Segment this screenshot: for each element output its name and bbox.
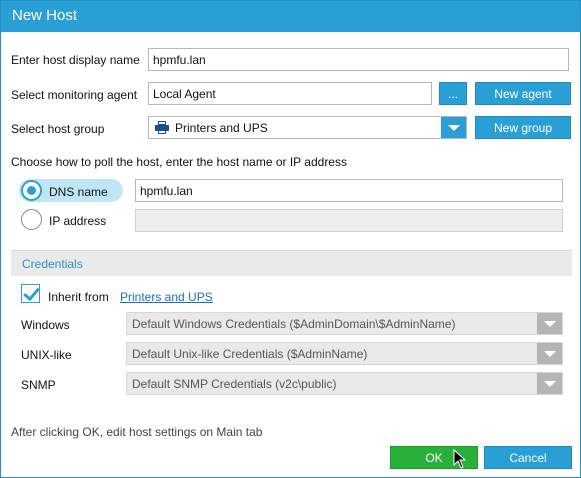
chevron-down-icon[interactable]	[441, 117, 466, 138]
host-group-label: Select host group	[11, 122, 105, 136]
printer-icon	[155, 121, 169, 134]
dialog-title: New Host	[12, 7, 78, 24]
poll-hint: Choose how to poll the host, enter the h…	[11, 155, 347, 169]
dns-name-label: DNS name	[49, 185, 108, 199]
snmp-cred-select[interactable]: Default SNMP Credentials (v2c\public)	[126, 372, 563, 395]
new-host-dialog: New Host Enter host display name hpmfu.l…	[0, 0, 581, 478]
windows-cred-label: Windows	[21, 318, 70, 332]
title-bar[interactable]: New Host	[1, 1, 580, 32]
credentials-title: Credentials	[22, 257, 83, 271]
windows-cred-select[interactable]: Default Windows Credentials ($AdminDomai…	[126, 312, 563, 335]
snmp-cred-value: Default SNMP Credentials (v2c\public)	[132, 377, 337, 391]
chevron-down-icon[interactable]	[537, 343, 562, 364]
ip-address-input[interactable]	[135, 209, 563, 232]
unix-cred-select[interactable]: Default Unix-like Credentials ($AdminNam…	[126, 342, 563, 365]
unix-cred-value: Default Unix-like Credentials ($AdminNam…	[132, 347, 368, 361]
footer-note: After clicking OK, edit host settings on…	[11, 425, 263, 439]
new-group-button[interactable]: New group	[475, 116, 571, 139]
display-name-label: Enter host display name	[11, 53, 140, 67]
agent-label: Select monitoring agent	[11, 88, 138, 102]
mouse-pointer-icon	[453, 449, 467, 469]
host-group-value: Printers and UPS	[175, 121, 268, 135]
agent-input[interactable]: Local Agent	[148, 82, 432, 105]
new-agent-button[interactable]: New agent	[475, 82, 571, 105]
ip-address-label: IP address	[49, 214, 107, 228]
snmp-cred-label: SNMP	[21, 378, 56, 392]
inherit-group-link[interactable]: Printers and UPS	[120, 290, 213, 304]
inherit-checkbox[interactable]	[21, 284, 40, 303]
host-group-select[interactable]: Printers and UPS	[148, 116, 467, 139]
dns-name-input[interactable]: hpmfu.lan	[135, 179, 563, 202]
browse-agent-button[interactable]: ...	[439, 82, 467, 105]
ip-address-radio[interactable]	[21, 209, 42, 230]
chevron-down-icon[interactable]	[537, 373, 562, 394]
inherit-label: Inherit from	[48, 290, 109, 304]
display-name-input[interactable]: hpmfu.lan	[148, 48, 569, 71]
dns-name-radio[interactable]	[21, 180, 42, 201]
chevron-down-icon[interactable]	[537, 313, 562, 334]
cancel-button[interactable]: Cancel	[484, 446, 572, 469]
windows-cred-value: Default Windows Credentials ($AdminDomai…	[132, 317, 456, 331]
credentials-section-header: Credentials	[11, 250, 572, 276]
unix-cred-label: UNIX-like	[21, 348, 72, 362]
